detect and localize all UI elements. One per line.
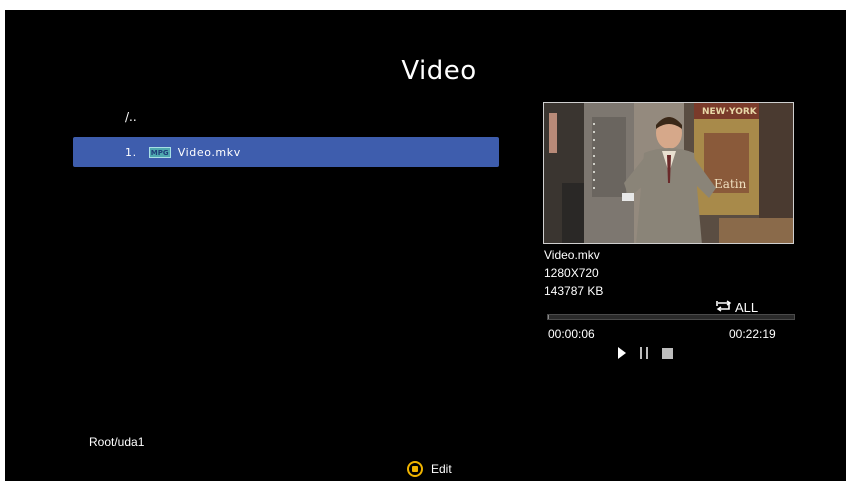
playback-controls bbox=[617, 347, 673, 359]
playback-progress-fill bbox=[548, 315, 550, 319]
edit-label: Edit bbox=[431, 462, 452, 476]
current-path: Root/uda1 bbox=[89, 435, 145, 449]
video-preview-thumbnail: NEW·YORK Eatin bbox=[543, 102, 794, 244]
stop-icon[interactable] bbox=[662, 347, 673, 359]
page-title: Video bbox=[401, 56, 477, 86]
file-list-item[interactable]: 1. MPG Video.mkv bbox=[73, 137, 499, 167]
elapsed-time: 00:00:06 bbox=[548, 327, 595, 341]
media-file-size: 143787 KB bbox=[544, 284, 604, 298]
yellow-button-icon bbox=[407, 461, 423, 477]
svg-text:NEW·YORK: NEW·YORK bbox=[702, 107, 758, 117]
video-file-type-icon: MPG bbox=[148, 146, 171, 158]
pause-icon[interactable] bbox=[640, 347, 649, 359]
play-icon[interactable] bbox=[617, 347, 627, 359]
playback-progress-bar[interactable] bbox=[547, 314, 795, 320]
media-resolution: 1280X720 bbox=[544, 266, 599, 280]
media-player-screen: Video /.. 1. MPG Video.mkv NEW·YORK Eati… bbox=[5, 10, 846, 481]
repeat-mode-indicator[interactable]: ALL bbox=[716, 300, 758, 315]
media-file-name: Video.mkv bbox=[544, 248, 600, 262]
file-name: Video.mkv bbox=[177, 145, 241, 159]
repeat-mode-label: ALL bbox=[735, 300, 759, 315]
total-time: 00:22:19 bbox=[729, 327, 776, 341]
repeat-icon bbox=[716, 300, 732, 315]
edit-hint[interactable]: Edit bbox=[407, 461, 452, 477]
parent-directory-item[interactable]: /.. bbox=[125, 110, 137, 124]
file-index: 1. bbox=[125, 145, 137, 159]
svg-text:Eatin: Eatin bbox=[714, 177, 747, 191]
